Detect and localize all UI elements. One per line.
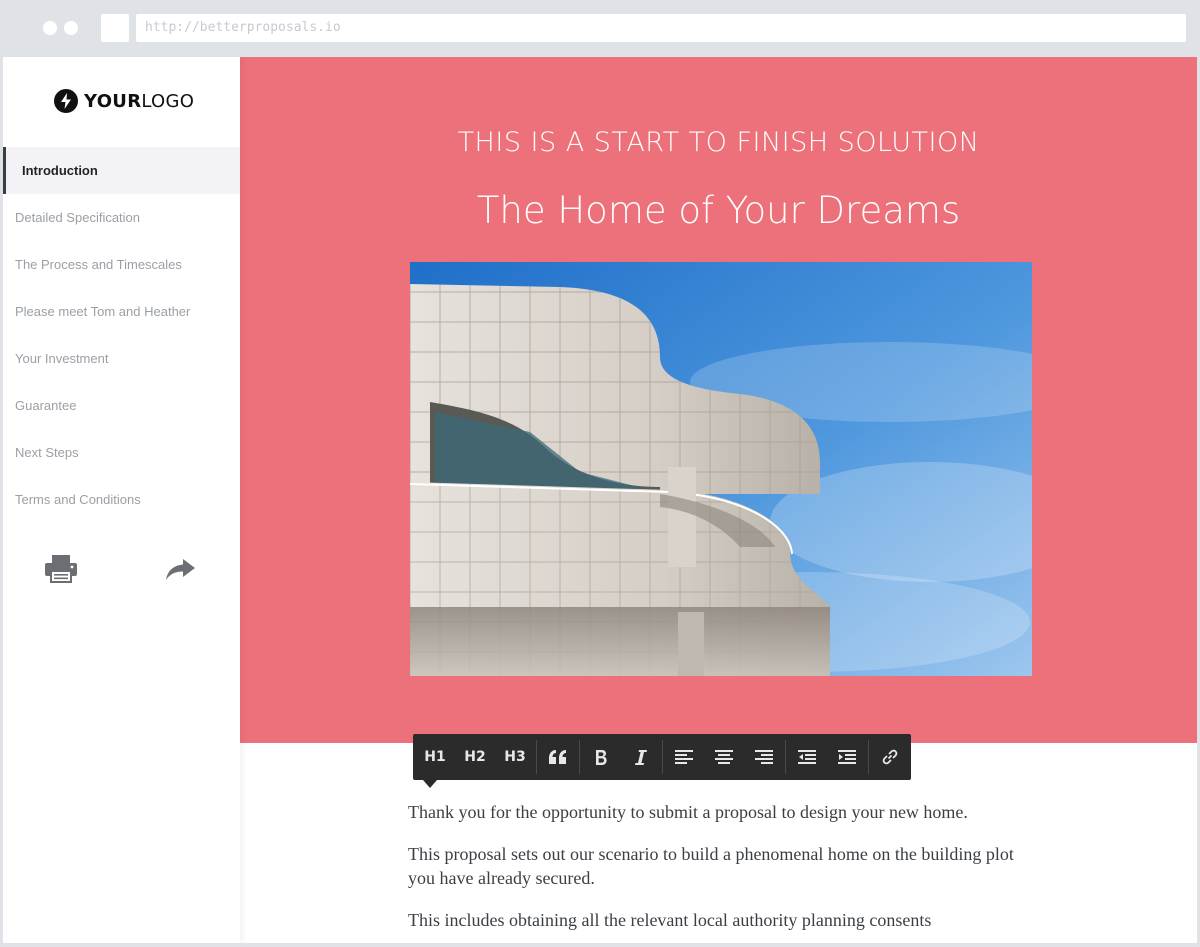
paragraph[interactable]: Thank you for the opportunity to submit … [408, 800, 1028, 824]
text-format-toolbar: H1 H2 H3 [413, 734, 911, 788]
hero-section: THIS IS A START TO FINISH SOLUTION The H… [240, 57, 1197, 743]
toolbar-divider [662, 740, 663, 774]
sidebar-item-investment[interactable]: Your Investment [3, 335, 240, 382]
align-center-button[interactable] [704, 734, 744, 780]
italic-icon [635, 749, 647, 765]
heading2-button[interactable]: H2 [455, 734, 495, 780]
window-dot[interactable] [64, 21, 78, 35]
logo-text-bold: YOUR [84, 90, 142, 112]
italic-button[interactable] [621, 734, 661, 780]
indent-icon [838, 750, 856, 764]
sidebar-actions [3, 555, 240, 587]
sidebar-item-process-timescales[interactable]: The Process and Timescales [3, 241, 240, 288]
toolbar-divider [536, 740, 537, 774]
printer-icon [45, 555, 77, 583]
sidebar-item-meet-team[interactable]: Please meet Tom and Heather [3, 288, 240, 335]
align-right-button[interactable] [744, 734, 784, 780]
logo-text: YOURLOGO [84, 91, 194, 112]
toolbar-divider [868, 740, 869, 774]
sidebar-item-introduction[interactable]: Introduction [3, 147, 240, 194]
quote-icon [549, 750, 566, 764]
quote-button[interactable] [538, 734, 578, 780]
heading1-button[interactable]: H1 [415, 734, 455, 780]
logo[interactable]: YOURLOGO [54, 88, 194, 114]
share-arrow-icon [166, 559, 195, 580]
sidebar: YOURLOGO Introduction Detailed Specifica… [3, 57, 240, 943]
proposal-body-text: Thank you for the opportunity to submit … [408, 800, 1028, 943]
link-button[interactable] [870, 734, 910, 780]
print-button[interactable] [43, 555, 79, 583]
indent-button[interactable] [827, 734, 867, 780]
outdent-icon [798, 750, 816, 764]
proposal-content: THIS IS A START TO FINISH SOLUTION The H… [240, 57, 1197, 943]
toolbar-divider [579, 740, 580, 774]
align-center-icon [715, 750, 733, 764]
toolbar-divider [785, 740, 786, 774]
paragraph[interactable]: This includes obtaining all the relevant… [408, 908, 1028, 932]
align-right-icon [755, 750, 773, 764]
app-frame: YOURLOGO Introduction Detailed Specifica… [3, 57, 1197, 943]
bold-button[interactable] [581, 734, 621, 780]
sidebar-item-next-steps[interactable]: Next Steps [3, 429, 240, 476]
sidebar-item-guarantee[interactable]: Guarantee [3, 382, 240, 429]
bold-icon [596, 749, 607, 765]
sidebar-item-terms[interactable]: Terms and Conditions [3, 476, 240, 523]
align-left-icon [675, 750, 693, 764]
section-nav: Introduction Detailed Specification The … [3, 147, 240, 523]
tab-button[interactable] [101, 14, 129, 42]
align-left-button[interactable] [664, 734, 704, 780]
outdent-button[interactable] [787, 734, 827, 780]
browser-chrome: http://betterproposals.io [0, 0, 1200, 57]
logo-text-light: LOGO [141, 90, 195, 112]
hero-image[interactable] [410, 262, 1032, 676]
lightning-bolt-icon [54, 89, 78, 113]
link-icon [882, 749, 898, 765]
sidebar-item-detailed-specification[interactable]: Detailed Specification [3, 194, 240, 241]
share-button[interactable] [163, 555, 199, 583]
url-bar[interactable]: http://betterproposals.io [136, 14, 1186, 42]
hero-kicker[interactable]: THIS IS A START TO FINISH SOLUTION [240, 127, 1197, 158]
heading3-button[interactable]: H3 [495, 734, 535, 780]
window-dot[interactable] [43, 21, 57, 35]
hero-title[interactable]: The Home of Your Dreams [240, 189, 1197, 232]
paragraph[interactable]: This proposal sets out our scenario to b… [408, 842, 1028, 890]
